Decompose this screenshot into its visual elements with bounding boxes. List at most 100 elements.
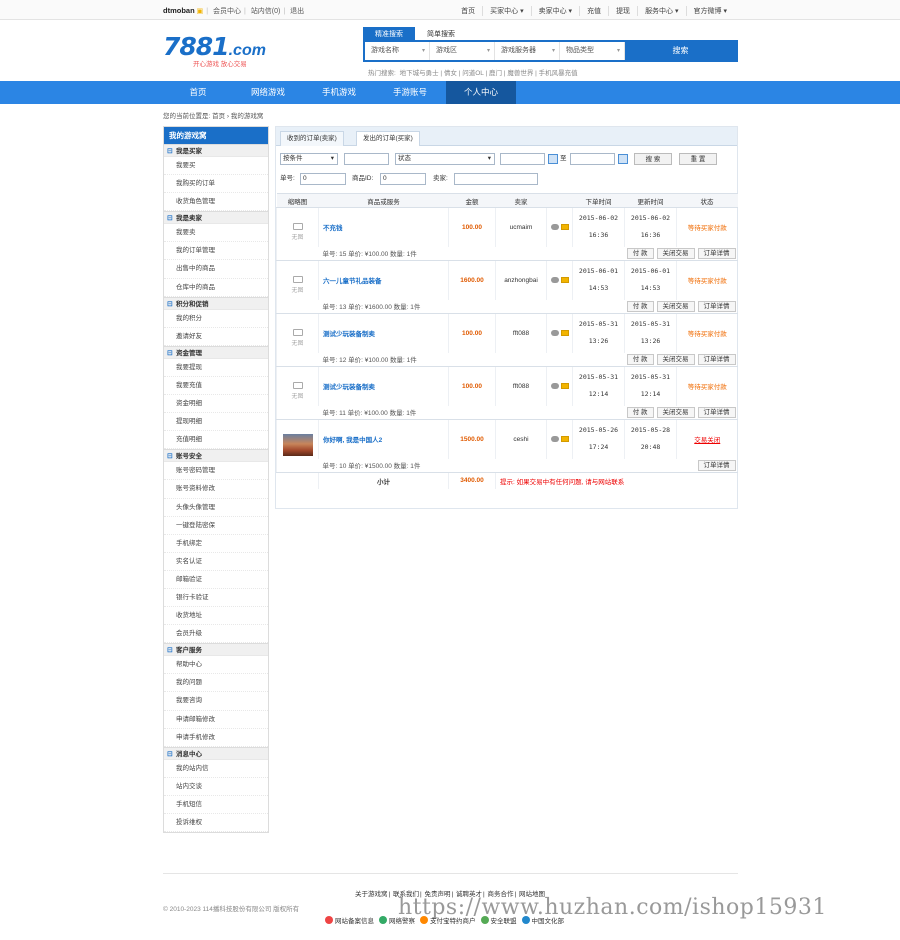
search-button[interactable]: 搜索 — [625, 42, 736, 60]
close-trade-button[interactable]: 关闭交易 — [656, 247, 695, 259]
chat-icon[interactable] — [550, 224, 559, 231]
nav-personal-center[interactable]: 个人中心 — [446, 81, 516, 104]
order-detail-button[interactable]: 订单详情 — [697, 406, 736, 418]
sidebar-item[interactable]: 申请手机修改 — [164, 729, 268, 747]
sidebar-item[interactable]: 一键登陆密保 — [164, 517, 268, 535]
goods-name-link[interactable]: 你好啊, 我是中国人2 — [318, 419, 449, 459]
sidebar-item[interactable]: 充值明细 — [164, 431, 268, 450]
condition-input[interactable] — [344, 153, 389, 165]
sidebar-item[interactable]: 提现明细 — [164, 413, 268, 432]
sidebar-item[interactable]: 实名认证 — [164, 553, 268, 571]
start-date-input[interactable] — [500, 153, 545, 165]
nav-home[interactable]: 首页 — [163, 81, 233, 104]
mail-icon[interactable] — [560, 383, 569, 390]
close-trade-button[interactable]: 关闭交易 — [656, 406, 695, 418]
mail-icon[interactable] — [560, 436, 569, 443]
sidebar-section-points[interactable]: 积分和促销 — [164, 296, 268, 311]
sidebar-item[interactable]: 头像头像管理 — [164, 499, 268, 517]
hot-link[interactable]: 手机风暴充值 — [539, 70, 578, 77]
sidebar-item[interactable]: 我要卖 — [164, 224, 268, 243]
goods-name-link[interactable]: 六一儿童节礼品装备 — [318, 260, 449, 300]
nav-mobile-accounts[interactable]: 手游账号 — [375, 81, 445, 104]
site-logo[interactable]: 7881.com 开心游戏 放心交易 — [163, 32, 283, 68]
sidebar-section-funds[interactable]: 资金管理 — [164, 345, 268, 360]
sidebar-item[interactable]: 我要买 — [164, 157, 268, 176]
goods-name-link[interactable]: 测试少玩装备制卖 — [318, 366, 449, 406]
calendar-icon[interactable] — [618, 154, 628, 164]
tab-simple-search[interactable]: 简单搜索 — [415, 27, 467, 40]
sidebar-section-seller[interactable]: 我是卖家 — [164, 211, 268, 225]
footer-link[interactable]: 关于游戏窝 — [355, 891, 388, 898]
hot-link[interactable]: 鹿门 — [489, 70, 502, 77]
seller-input[interactable] — [454, 173, 538, 185]
game-name-select[interactable]: 游戏名称 — [365, 42, 430, 60]
goods-name-link[interactable]: 测试少玩装备制卖 — [318, 313, 449, 353]
sidebar-item[interactable]: 账号密码管理 — [164, 462, 268, 481]
sidebar-section-buyer[interactable]: 我是买家 — [164, 144, 268, 158]
sidebar-item[interactable]: 投诉维权 — [164, 814, 268, 833]
top-link-seller[interactable]: 卖家中心 ▾ — [530, 6, 579, 16]
close-trade-button[interactable]: 关闭交易 — [656, 300, 695, 312]
tab-precise-search[interactable]: 精准搜索 — [363, 27, 415, 40]
chat-icon[interactable] — [550, 436, 559, 443]
messages-link[interactable]: 站内信(0) — [251, 8, 281, 15]
sidebar-section-service[interactable]: 客户服务 — [164, 643, 268, 657]
order-detail-button[interactable]: 订单详情 — [697, 247, 736, 259]
order-detail-button[interactable]: 订单详情 — [697, 459, 736, 471]
member-center-link[interactable]: 会员中心 — [213, 8, 241, 15]
sidebar-item[interactable]: 我的问题 — [164, 674, 268, 693]
nav-online-games[interactable]: 网络游戏 — [233, 81, 303, 104]
close-trade-button[interactable]: 关闭交易 — [656, 353, 695, 365]
chat-icon[interactable] — [550, 383, 559, 390]
top-link-recharge[interactable]: 充值 — [579, 6, 608, 16]
top-link-service[interactable]: 服务中心 ▾ — [637, 6, 685, 16]
top-link-weibo[interactable]: 官方微博 ▾ — [685, 6, 734, 16]
order-detail-button[interactable]: 订单详情 — [697, 300, 736, 312]
game-server-select[interactable]: 游戏服务器 — [495, 42, 560, 60]
top-link-withdraw[interactable]: 提现 — [608, 6, 637, 16]
calendar-icon[interactable] — [548, 154, 558, 164]
sidebar-item[interactable]: 我要提现 — [164, 359, 268, 377]
sidebar-item[interactable]: 我要咨询 — [164, 692, 268, 711]
order-no-input[interactable]: 0 — [300, 173, 346, 185]
end-date-input[interactable] — [570, 153, 615, 165]
sidebar-item[interactable]: 帮助中心 — [164, 656, 268, 675]
sidebar-item[interactable]: 站内交谈 — [164, 778, 268, 796]
sidebar-section-security[interactable]: 账号安全 — [164, 449, 268, 463]
goods-name-link[interactable]: 不充钱 — [318, 207, 449, 247]
hot-link[interactable]: 魔兽世界 — [507, 70, 533, 77]
hot-link[interactable]: 问道OL — [462, 70, 483, 77]
chat-icon[interactable] — [550, 330, 559, 337]
chat-icon[interactable] — [550, 277, 559, 284]
sidebar-item[interactable]: 邮箱验证 — [164, 571, 268, 589]
pay-button[interactable]: 付 款 — [626, 247, 654, 259]
nav-mobile-games[interactable]: 手机游戏 — [304, 81, 374, 104]
sidebar-item[interactable]: 我的订单管理 — [164, 242, 268, 261]
search-orders-button[interactable]: 搜 索 — [634, 153, 672, 165]
sidebar-item[interactable]: 收货角色管理 — [164, 193, 268, 212]
logout-link[interactable]: 退出 — [290, 8, 304, 15]
game-zone-select[interactable]: 游戏区 — [430, 42, 495, 60]
sidebar-item[interactable]: 账号资料修改 — [164, 480, 268, 499]
order-detail-button[interactable]: 订单详情 — [697, 353, 736, 365]
tab-sent-orders[interactable]: 发出的订单(买家) — [356, 131, 420, 146]
status-select[interactable]: 状态 — [395, 153, 495, 165]
condition-select[interactable]: 按条件 — [280, 153, 338, 165]
pay-button[interactable]: 付 款 — [626, 353, 654, 365]
sidebar-item[interactable]: 我的站内信 — [164, 760, 268, 778]
sidebar-item[interactable]: 我购买的订单 — [164, 175, 268, 194]
sidebar-item[interactable]: 出售中的商品 — [164, 260, 268, 279]
mail-icon[interactable] — [560, 330, 569, 337]
hot-link[interactable]: 地下城与勇士 — [400, 70, 439, 77]
sidebar-item[interactable]: 资金明细 — [164, 395, 268, 414]
top-link-home[interactable]: 首页 — [454, 6, 482, 16]
pay-button[interactable]: 付 款 — [626, 406, 654, 418]
top-link-buyer[interactable]: 买家中心 ▾ — [482, 6, 530, 16]
sidebar-item[interactable]: 手机绑定 — [164, 535, 268, 553]
sidebar-item[interactable]: 银行卡验证 — [164, 589, 268, 608]
sidebar-item[interactable]: 我要充值 — [164, 377, 268, 396]
mail-icon[interactable] — [560, 224, 569, 231]
sidebar-item[interactable]: 申请邮箱修改 — [164, 711, 268, 729]
mail-icon[interactable] — [560, 277, 569, 284]
hot-link[interactable]: 倩女 — [444, 70, 457, 77]
